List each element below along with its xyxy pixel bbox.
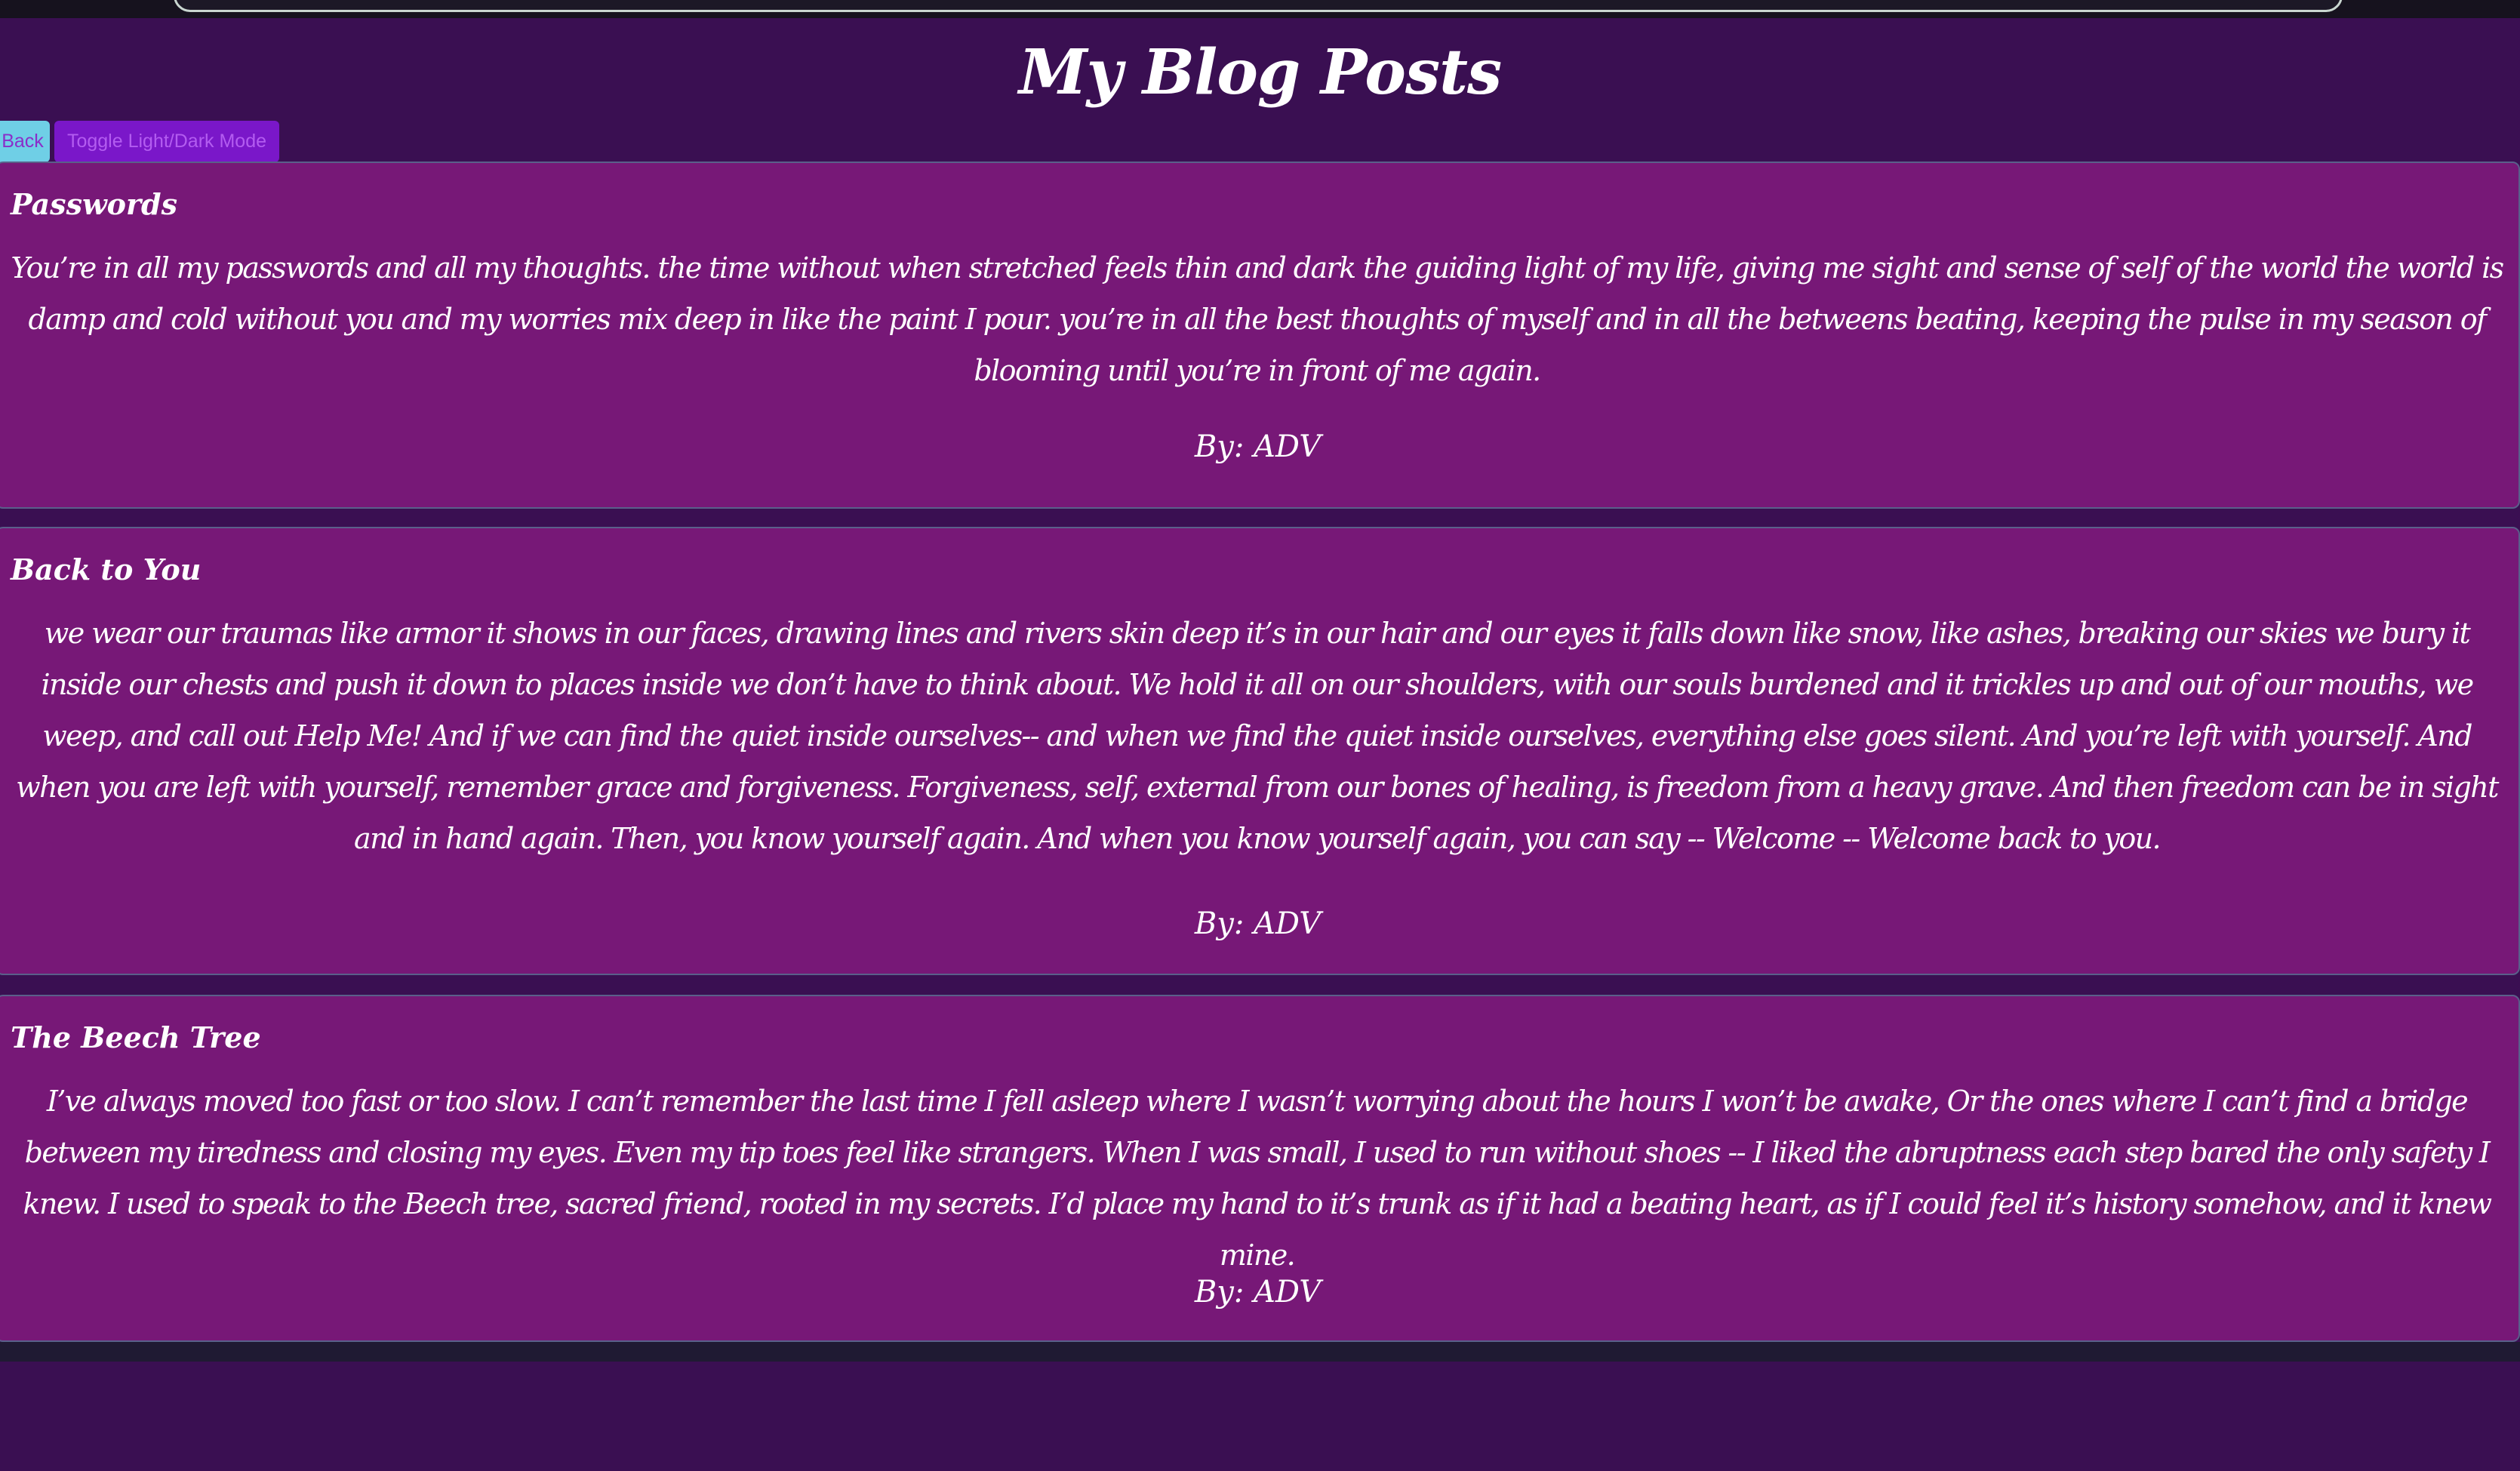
post-author: By: ADV (1194, 906, 1322, 941)
post-author: By: ADV (1194, 429, 1322, 464)
page-background (0, 1362, 2520, 1471)
post-title: Back to You (11, 552, 202, 586)
back-button[interactable]: Back (0, 121, 50, 162)
top-frame (174, 0, 2343, 12)
post-body: we wear our traumas like armor it shows … (16, 617, 2499, 855)
post-title: Passwords (11, 187, 178, 221)
post-body: You’re in all my passwords and all my th… (11, 251, 2504, 387)
page-title: My Blog Posts (1018, 36, 1502, 109)
blog-post-card: Back to You we wear our traumas like arm… (0, 527, 2520, 975)
footer-band (0, 1342, 2520, 1362)
toggle-theme-button[interactable]: Toggle Light/Dark Mode (54, 121, 279, 162)
blog-post-card: The Beech Tree I’ve always moved too fas… (0, 995, 2520, 1342)
post-title: The Beech Tree (11, 1020, 261, 1054)
post-author: By: ADV (1194, 1275, 1322, 1309)
blog-post-card: Passwords You’re in all my passwords and… (0, 162, 2520, 509)
post-body: I’ve always moved too fast or too slow. … (23, 1085, 2493, 1272)
